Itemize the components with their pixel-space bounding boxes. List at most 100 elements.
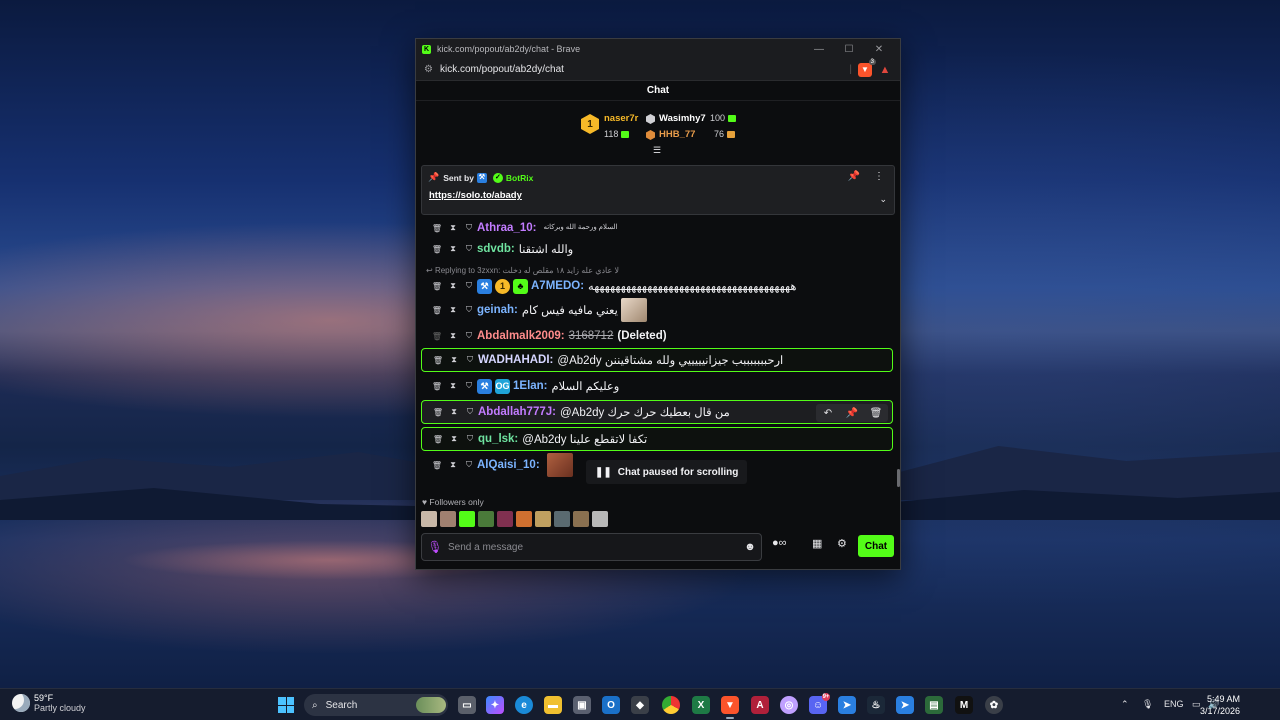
emote-button[interactable]: [516, 511, 532, 527]
app-play-icon[interactable]: ➤: [896, 696, 914, 714]
app-arrow-icon[interactable]: ➤: [838, 696, 856, 714]
chat-username[interactable]: Abdallah777J:: [478, 406, 556, 418]
copilot-icon[interactable]: ✦: [486, 696, 504, 714]
chat-paused-button[interactable]: ❚❚ Chat paused for scrolling: [586, 460, 748, 484]
emote-button[interactable]: [497, 511, 513, 527]
emote-button[interactable]: [459, 511, 475, 527]
store-app-icon[interactable]: ▣: [573, 696, 591, 714]
start-button[interactable]: [278, 697, 294, 713]
emote-button[interactable]: [592, 511, 608, 527]
timeout-icon[interactable]: ⧗: [445, 460, 461, 470]
delete-icon[interactable]: 🗑: [430, 408, 446, 417]
steam-icon[interactable]: ♨: [867, 696, 885, 714]
app-bird-icon[interactable]: ✿: [985, 696, 1003, 714]
discord-icon[interactable]: ☺ 9+: [809, 693, 830, 714]
delete-icon[interactable]: 🗑: [429, 306, 445, 315]
edge-icon[interactable]: e: [515, 696, 533, 714]
emoji-icon[interactable]: ☻: [739, 541, 761, 553]
settings-gear-icon[interactable]: ⚙: [837, 537, 847, 550]
outlook-icon[interactable]: O: [602, 696, 620, 714]
delete-icon[interactable]: 🗑: [430, 435, 446, 444]
ban-icon[interactable]: ⛉: [461, 223, 477, 233]
send-chat-button[interactable]: Chat: [858, 535, 894, 557]
reply-icon[interactable]: ↶: [816, 404, 840, 422]
timeout-icon[interactable]: ⧗: [445, 331, 461, 341]
more-options-icon[interactable]: ⋮: [874, 171, 884, 182]
ban-icon[interactable]: ⛉: [462, 355, 478, 365]
chat-messages[interactable]: 🗑 ⧗ ⛉ Athraa_10: السلام ورحمة الله وبركا…: [416, 216, 900, 492]
kicks-icon[interactable]: ●∞: [772, 537, 787, 549]
chat-username[interactable]: WADHAHADI:: [478, 354, 553, 366]
timeout-icon[interactable]: ⧗: [446, 407, 462, 417]
clock[interactable]: 5:49 AM 3/17/2026: [1200, 693, 1240, 717]
ban-icon[interactable]: ⛉: [461, 305, 477, 315]
pinned-link[interactable]: https://solo.to/abady: [429, 190, 522, 201]
ban-icon[interactable]: ⛉: [462, 434, 478, 444]
close-button[interactable]: ✕: [864, 44, 894, 55]
language-indicator[interactable]: ENG: [1164, 699, 1184, 709]
delete-icon[interactable]: 🗑: [430, 356, 446, 365]
ban-icon[interactable]: ⛉: [461, 281, 477, 291]
task-view-icon[interactable]: ▭: [458, 696, 476, 714]
emote-button[interactable]: [421, 511, 437, 527]
emote-button[interactable]: [535, 511, 551, 527]
delete-icon[interactable]: 🗑: [429, 282, 445, 291]
timeout-icon[interactable]: ⧗: [446, 355, 462, 365]
ban-icon[interactable]: ⛉: [461, 381, 477, 391]
timeout-icon[interactable]: ⧗: [445, 381, 461, 391]
app-icon[interactable]: ◆: [631, 696, 649, 714]
weather-widget[interactable]: 59°F Partly cloudy: [12, 693, 86, 713]
excel-icon[interactable]: X: [692, 696, 710, 714]
brave-shields-button[interactable]: ▼ 3: [858, 58, 876, 77]
app-m-icon[interactable]: M: [955, 696, 973, 714]
trash-icon[interactable]: 🗑: [864, 404, 888, 422]
timeout-icon[interactable]: ⧗: [445, 244, 461, 254]
timeout-icon[interactable]: ⧗: [445, 305, 461, 315]
file-explorer-icon[interactable]: ▬: [544, 696, 562, 714]
chat-username[interactable]: 1Elan:: [513, 380, 548, 392]
brave-icon[interactable]: ▼: [721, 696, 739, 719]
pin-icon[interactable]: 📌: [840, 404, 864, 422]
microphone-icon[interactable]: 🎙: [422, 540, 448, 554]
timeout-icon[interactable]: ⧗: [445, 281, 461, 291]
ban-icon[interactable]: ⛉: [461, 331, 477, 341]
delete-icon[interactable]: 🗑: [429, 461, 445, 470]
timeout-icon[interactable]: ⧗: [445, 223, 461, 233]
chat-username[interactable]: sdvdb:: [477, 243, 515, 255]
leaderboard-user-2[interactable]: Wasimhy7: [659, 113, 706, 124]
ban-icon[interactable]: ⛉: [461, 460, 477, 470]
unpin-icon[interactable]: 📌: [848, 171, 860, 182]
pinned-sender-name[interactable]: BotRix: [506, 173, 533, 183]
leaderboard-user-3[interactable]: HHB_77: [659, 129, 695, 140]
emote-button[interactable]: [573, 511, 589, 527]
chat-username[interactable]: geinah:: [477, 304, 518, 316]
url-field[interactable]: kick.com/popout/ab2dy/chat: [440, 64, 849, 75]
delete-icon[interactable]: 🗑: [429, 245, 445, 254]
taskbar-search[interactable]: ⌕ Search: [304, 694, 448, 716]
chat-username[interactable]: AlQaisi_10:: [477, 459, 540, 471]
app-circle-icon[interactable]: ◎: [780, 696, 798, 714]
chat-username[interactable]: qu_lsk:: [478, 433, 518, 445]
chat-input[interactable]: 🎙 Send a message ☻: [421, 533, 762, 561]
chat-username[interactable]: Athraa_10:: [477, 222, 536, 234]
leaderboard-user-1[interactable]: naser7r: [604, 113, 638, 124]
chrome-icon[interactable]: [662, 696, 680, 714]
app-monitor-icon[interactable]: ▤: [925, 696, 943, 714]
chat-scrollbar[interactable]: [897, 469, 900, 487]
store-icon[interactable]: ▦: [812, 537, 822, 550]
emote-button[interactable]: [440, 511, 456, 527]
microphone-tray-icon[interactable]: 🎙: [1142, 699, 1153, 710]
chevron-up-icon[interactable]: ⌃: [1121, 699, 1129, 710]
minimize-button[interactable]: —: [804, 44, 834, 55]
delete-icon[interactable]: 🗑: [429, 224, 445, 233]
expand-leaderboard-icon[interactable]: ☰: [653, 145, 661, 156]
chat-username[interactable]: Abdalmalk2009:: [477, 330, 565, 342]
maximize-button[interactable]: ☐: [834, 44, 864, 55]
chat-input-placeholder[interactable]: Send a message: [448, 542, 739, 553]
timeout-icon[interactable]: ⧗: [446, 434, 462, 444]
brave-rewards-icon[interactable]: ▲: [878, 63, 892, 77]
emote-button[interactable]: [478, 511, 494, 527]
site-settings-icon[interactable]: ⚙: [424, 64, 440, 75]
chevron-down-icon[interactable]: ⌄: [879, 194, 887, 205]
ban-icon[interactable]: ⛉: [462, 407, 478, 417]
